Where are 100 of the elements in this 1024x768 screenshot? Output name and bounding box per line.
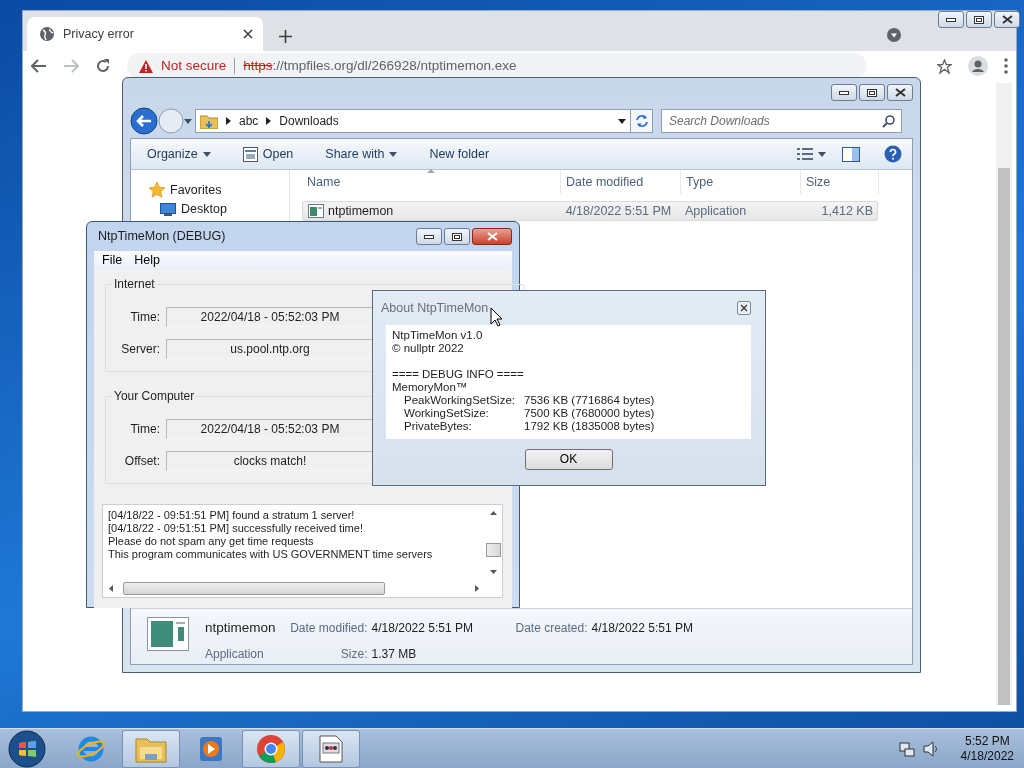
network-icon[interactable] <box>898 740 915 757</box>
ok-button[interactable]: OK <box>524 449 613 470</box>
scroll-left-icon[interactable] <box>109 585 113 592</box>
minimize-button[interactable] <box>938 11 964 28</box>
back-icon[interactable] <box>31 59 47 73</box>
column-header[interactable]: Size <box>801 170 879 194</box>
clock[interactable]: 5:52 PM 4/18/2022 <box>960 733 1014 764</box>
detail-value: 4/18/2022 5:51 PM <box>371 621 474 636</box>
date-cell-text: 4/18/2022 5:51 PM <box>564 203 673 219</box>
url-text: https://tmpfiles.org/dl/266928/ntptimemon.exe <box>243 57 517 75</box>
close-button[interactable] <box>737 301 751 315</box>
application-icon <box>147 617 189 651</box>
detail-value: 4/18/2022 5:51 PM <box>591 621 693 636</box>
maximize-button[interactable] <box>859 84 885 101</box>
toolbar-button[interactable]: Open <box>234 143 302 165</box>
new-tab-icon[interactable] <box>279 30 292 43</box>
size-cell-text: 1,412 KB <box>820 203 874 219</box>
volume-icon[interactable] <box>922 740 939 757</box>
refresh-button[interactable] <box>631 109 653 133</box>
column-header[interactable]: Date modified <box>561 170 681 194</box>
toolbar-button[interactable]: Organize <box>139 143 219 165</box>
detail-value: 1.37 MB <box>371 646 418 661</box>
log-line: [04/18/22 - 09:51:51 PM] successfully received time! <box>107 522 364 535</box>
help-icon[interactable] <box>884 145 902 163</box>
breadcrumb-item[interactable]: Downloads <box>279 113 339 129</box>
scroll-thumb[interactable] <box>486 543 501 557</box>
stat-value: 7536 KB (7716864 bytes) <box>524 394 655 407</box>
close-button[interactable] <box>887 84 913 101</box>
tab-search-icon[interactable] <box>887 28 901 42</box>
close-icon <box>1001 15 1013 24</box>
read-only-field: us.pool.ntp.org <box>166 339 374 359</box>
media-player-icon <box>197 734 225 763</box>
file-row[interactable]: ntptimemon 4/18/2022 5:51 PM Application 1,412 KB <box>302 201 878 221</box>
address-bar[interactable]: Not secure https://tmpfiles.org/dl/266928/ntptimemon.exe <box>127 53 867 79</box>
menu-item[interactable]: File <box>98 253 127 268</box>
type-cell-text: Application <box>684 203 748 219</box>
toolbar-button[interactable]: New folder <box>421 143 498 165</box>
maximize-button[interactable] <box>966 11 992 28</box>
browser-tab[interactable]: Privacy error <box>27 17 263 51</box>
stat-label: WorkingSetSize: <box>403 407 490 420</box>
menu-item[interactable]: Help <box>130 253 164 268</box>
field-label: Time: <box>129 309 160 325</box>
stat-value: 7500 KB (7680000 bytes) <box>524 407 655 420</box>
dropdown-caret[interactable] <box>618 118 626 124</box>
file-name: ntptimemon <box>205 620 277 637</box>
folder-icon <box>200 113 218 129</box>
close-button[interactable] <box>472 228 512 245</box>
taskbar-button[interactable] <box>242 729 300 768</box>
scroll-thumb[interactable] <box>123 582 385 595</box>
nav-item[interactable]: Favorites <box>131 180 289 200</box>
toolbar-button[interactable]: Share with <box>317 143 406 165</box>
globe-icon <box>39 26 55 42</box>
file-name: ntptimemon <box>328 203 394 219</box>
close-icon[interactable] <box>243 29 253 39</box>
field-label: Offset: <box>123 453 160 469</box>
chrome-icon <box>256 733 286 764</box>
info-line: © nullptr 2022 <box>392 342 465 355</box>
caret-icon <box>389 151 398 157</box>
read-only-field: 2022/04/18 - 05:52:03 PM <box>166 307 374 327</box>
menu-icon[interactable] <box>1004 58 1008 74</box>
minimize-button[interactable] <box>416 228 442 245</box>
reload-icon[interactable] <box>95 58 111 74</box>
search-field[interactable]: Search Downloads <box>661 109 902 133</box>
scroll-up-icon[interactable] <box>490 511 497 515</box>
close-icon <box>894 88 906 97</box>
close-button[interactable] <box>994 11 1020 28</box>
chevron-icon <box>266 117 272 125</box>
stat-label: PeakWorkingSetSize: <box>403 394 516 407</box>
taskbar-button[interactable] <box>302 729 360 768</box>
maximize-button[interactable] <box>444 228 470 245</box>
read-only-field: 2022/04/18 - 05:52:03 PM <box>166 419 374 439</box>
info-line: ==== DEBUG INFO ==== <box>392 368 525 381</box>
back-button[interactable] <box>130 107 158 135</box>
minimize-button[interactable] <box>831 84 857 101</box>
preview-pane-icon[interactable] <box>842 146 860 162</box>
field-label: Server: <box>120 341 160 357</box>
bookmark-star-icon[interactable] <box>937 58 952 74</box>
warning-icon <box>139 59 153 73</box>
close-icon <box>486 232 498 241</box>
scroll-right-icon[interactable] <box>475 585 479 592</box>
scroll-down-icon[interactable] <box>490 570 497 574</box>
maximize-icon <box>867 88 877 97</box>
scrollbar[interactable] <box>996 83 1012 705</box>
field-label: Time: <box>129 421 160 437</box>
address-bar[interactable]: abc Downloads <box>195 109 631 133</box>
recent-pages-caret[interactable] <box>184 118 192 124</box>
profile-icon[interactable] <box>968 56 988 76</box>
security-label[interactable]: Not secure <box>161 57 227 75</box>
maximize-icon <box>974 15 984 24</box>
detail-label: Date modified: <box>289 621 368 636</box>
stat-value: 1792 KB (1835008 bytes) <box>524 420 655 433</box>
nav-item[interactable]: Desktop <box>131 200 289 219</box>
search-icon <box>882 115 895 128</box>
column-header[interactable]: Type <box>681 170 801 194</box>
detail-label: Size: <box>339 646 368 661</box>
breadcrumb-item[interactable]: abc <box>239 113 259 129</box>
log-line: [04/18/22 - 09:51:51 PM] found a stratum 1 server! <box>107 509 356 522</box>
start-button[interactable] <box>8 729 46 768</box>
scroll-thumb[interactable] <box>998 168 1010 705</box>
minimize-icon <box>839 90 849 95</box>
